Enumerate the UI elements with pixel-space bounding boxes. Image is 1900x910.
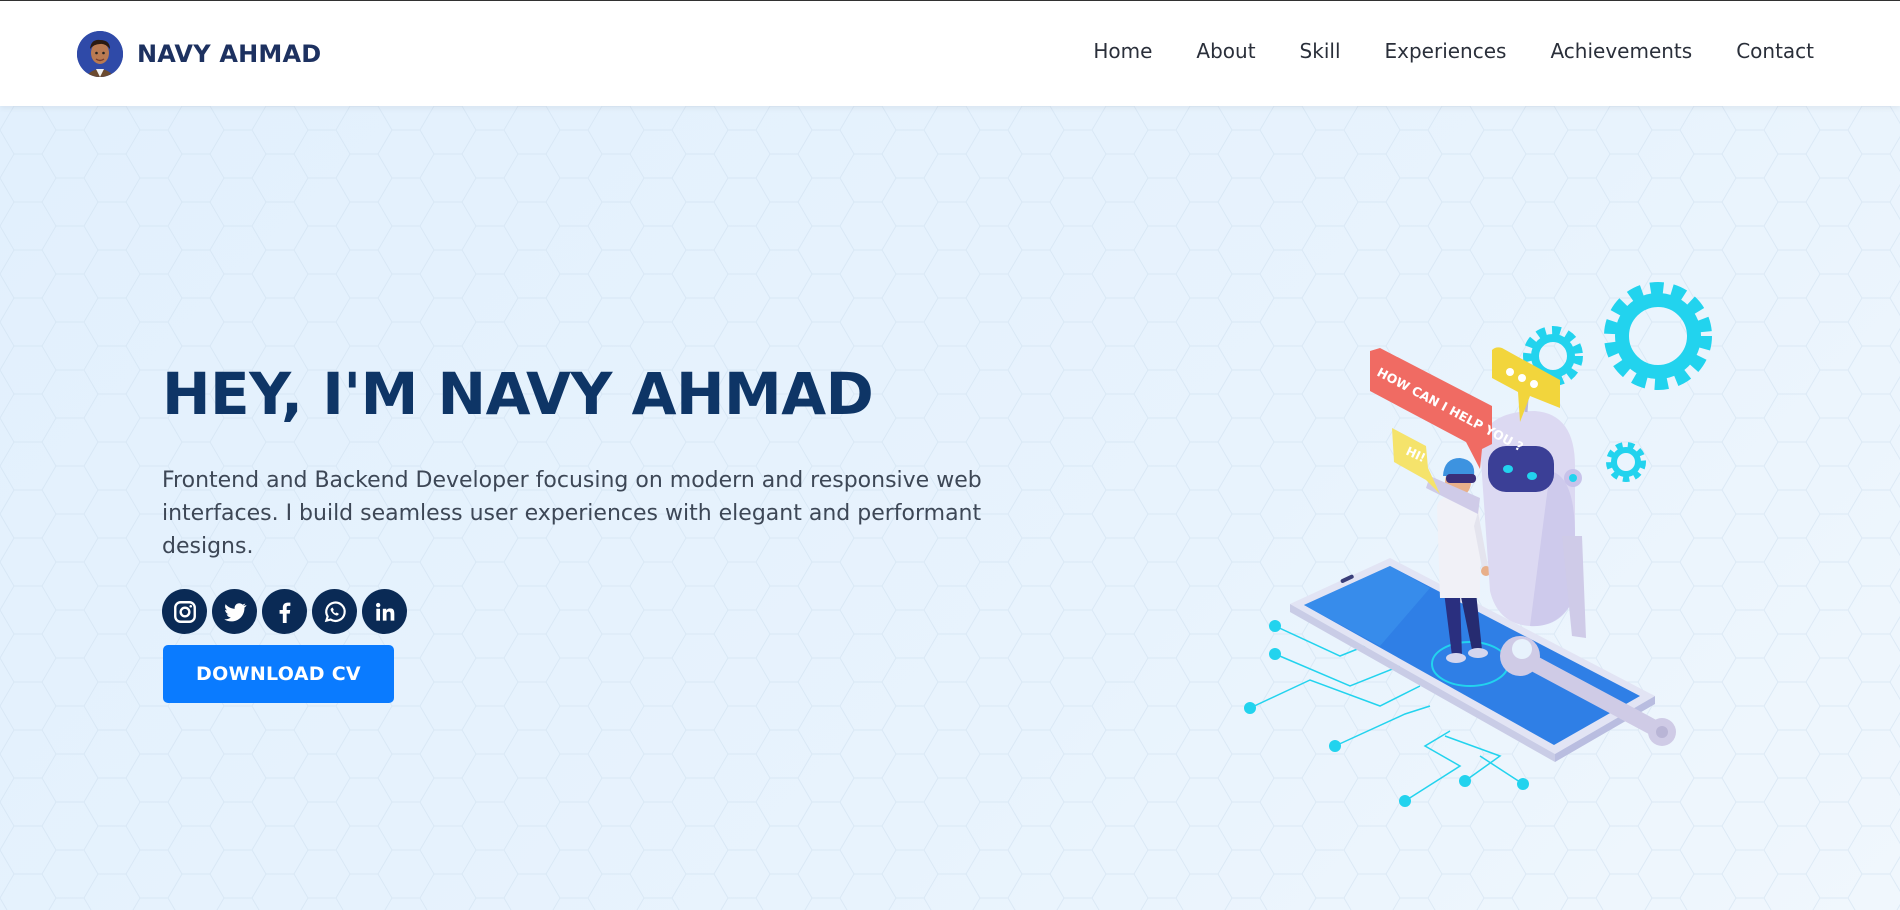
- main-nav: Home About Skill Experiences Achievement…: [1049, 39, 1814, 63]
- nav-experiences[interactable]: Experiences: [1385, 39, 1507, 63]
- whatsapp-icon: [324, 600, 346, 622]
- facebook-icon: [279, 602, 290, 623]
- linkedin-icon: [375, 602, 394, 621]
- nav-skill[interactable]: Skill: [1300, 39, 1341, 63]
- nav-about[interactable]: About: [1196, 39, 1255, 63]
- twitter-icon: [223, 602, 247, 621]
- nav-achievements[interactable]: Achievements: [1550, 39, 1692, 63]
- navbar: NAVY AHMAD Home About Skill Experiences …: [0, 1, 1900, 106]
- linkedin-button[interactable]: [362, 589, 407, 634]
- robot-phone-illustration: HOW CAN I HELP YOU ? HI!: [1244, 282, 1712, 807]
- hero-section: HEY, I'M NAVY AHMAD Frontend and Backend…: [0, 106, 1900, 910]
- download-cv-button[interactable]: DOWNLOAD CV: [163, 645, 394, 703]
- hero-description: Frontend and Backend Developer focusing …: [162, 468, 982, 559]
- whatsapp-button[interactable]: [312, 589, 357, 634]
- instagram-button[interactable]: [162, 589, 207, 634]
- facebook-button[interactable]: [262, 589, 307, 634]
- instagram-icon: [173, 600, 196, 623]
- hero-title: HEY, I'M NAVY AHMAD: [162, 360, 874, 428]
- nav-contact[interactable]: Contact: [1736, 39, 1814, 63]
- brand[interactable]: NAVY AHMAD: [77, 31, 321, 77]
- brand-name: NAVY AHMAD: [137, 40, 322, 68]
- twitter-button[interactable]: [212, 589, 257, 634]
- avatar-icon: [77, 31, 123, 77]
- social-links: [162, 589, 407, 634]
- hi-speech-bubble: HI!: [1392, 428, 1440, 494]
- nav-home[interactable]: Home: [1093, 39, 1152, 63]
